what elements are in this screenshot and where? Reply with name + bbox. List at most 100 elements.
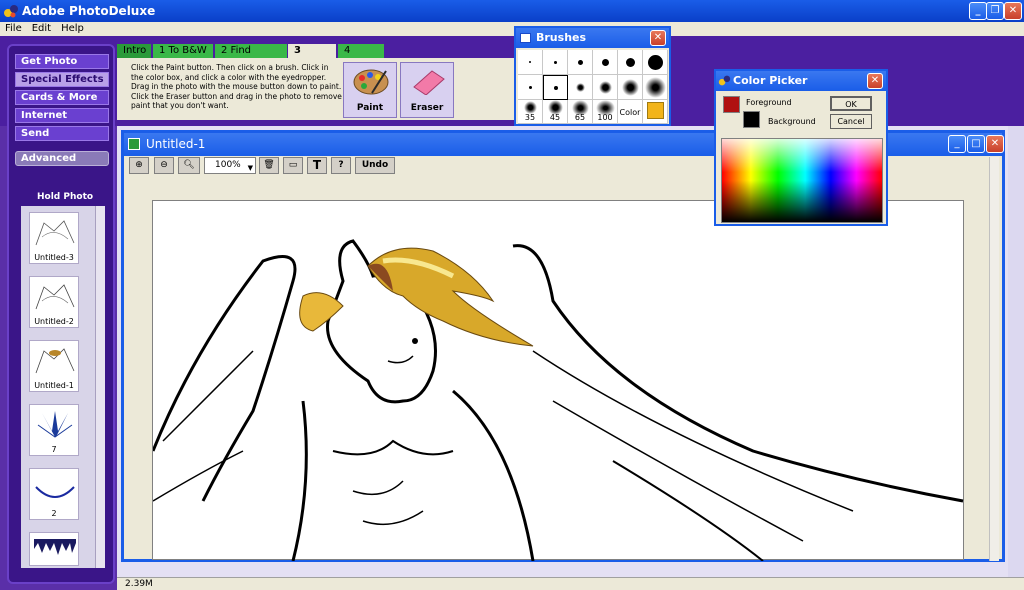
brush-soft-5[interactable]	[618, 75, 643, 100]
nav-internet[interactable]: Internet	[15, 108, 109, 123]
brush-size-5[interactable]	[618, 50, 643, 75]
brush-soft-3[interactable]	[568, 75, 593, 100]
doc-close-button[interactable]: ✕	[986, 135, 1004, 153]
menu-help[interactable]: Help	[56, 22, 89, 34]
workspace-right-strip	[1008, 126, 1024, 578]
brush-size-4[interactable]	[593, 50, 618, 75]
color-picker-close-button[interactable]: ✕	[867, 73, 883, 89]
foreground-label: Foreground	[746, 98, 792, 107]
tab-find-edges[interactable]: 2 Find Edges	[215, 44, 287, 70]
foreground-swatch[interactable]	[723, 96, 740, 113]
title-bar: Adobe PhotoDeluxe _ ❐ ✕	[0, 0, 1024, 22]
thumbnail-untitled-1[interactable]: Untitled-1	[29, 340, 79, 392]
brush-65[interactable]: 65	[568, 100, 593, 124]
brush-size-6[interactable]	[643, 50, 668, 75]
color-spectrum[interactable]	[721, 138, 883, 223]
brush-soft-6[interactable]	[643, 75, 668, 100]
brush-size-2[interactable]	[543, 50, 568, 75]
brushes-title: Brushes	[536, 31, 587, 44]
document-title: Untitled-1	[146, 137, 206, 151]
nav-get-photo[interactable]: Get Photo	[15, 54, 109, 69]
left-nav-panel: Get Photo Special Effects Cards & More I…	[7, 44, 115, 584]
nav-send[interactable]: Send	[15, 126, 109, 141]
thumbnail-2[interactable]: 2	[29, 468, 79, 520]
thumbnail-icicles[interactable]	[29, 532, 79, 566]
instructions-panel: Click the Paint button. Then click on a …	[117, 58, 515, 120]
tab-color[interactable]: 3 Color	[288, 44, 336, 70]
menu-file[interactable]: File	[0, 22, 27, 34]
brushes-palette: Brushes ✕ 35 45 65 100 Color	[514, 26, 671, 126]
brush-size-3[interactable]	[568, 50, 593, 75]
doc-minimize-button[interactable]: _	[948, 135, 966, 153]
sketch-thumbnail-icon	[35, 220, 75, 246]
spiky-brush-thumbnail-icon	[37, 411, 73, 438]
brush-label: 100	[597, 113, 613, 122]
thumbnail-label: Untitled-1	[34, 381, 74, 390]
image-canvas[interactable]	[151, 200, 964, 562]
background-swatch[interactable]	[743, 111, 760, 128]
eraser-button[interactable]: Eraser	[400, 62, 454, 118]
thumbnail-label: Untitled-2	[34, 317, 74, 326]
document-vertical-scrollbar[interactable]	[989, 157, 999, 561]
nav-cards-more[interactable]: Cards & More	[15, 90, 109, 105]
curve-thumbnail-icon	[35, 486, 75, 498]
cancel-button[interactable]: Cancel	[830, 114, 872, 129]
document-icon	[128, 138, 140, 150]
close-button[interactable]: ✕	[1004, 2, 1022, 20]
brushes-close-button[interactable]: ✕	[650, 30, 666, 46]
brushes-title-bar: Brushes ✕	[516, 28, 669, 48]
text-tool-button[interactable]: T	[307, 157, 327, 174]
nav-special-effects[interactable]: Special Effects	[15, 72, 109, 87]
brush-label: 35	[524, 113, 536, 122]
sketch-thumbnail-icon	[35, 284, 75, 310]
help-button[interactable]: ?	[331, 157, 351, 174]
brush-size-1[interactable]	[518, 50, 543, 75]
pegasus-drawing	[151, 239, 964, 562]
zoom-out-button[interactable]: ⊖	[154, 157, 174, 174]
eraser-label: Eraser	[410, 103, 444, 113]
frame-button[interactable]: ▭	[283, 157, 303, 174]
ok-button[interactable]: OK	[830, 96, 872, 111]
brush-45[interactable]: 45	[543, 100, 568, 124]
minimize-button[interactable]: _	[969, 2, 987, 20]
color-picker-title-bar: Color Picker ✕	[716, 71, 886, 91]
tab-to-bw[interactable]: 1 To B&W	[153, 44, 213, 58]
thumbnail-untitled-3[interactable]: Untitled-3	[29, 212, 79, 264]
magnifier-icon: 🔍︎	[183, 160, 195, 170]
trash-button[interactable]: 🗑︎	[259, 157, 279, 174]
tab-intro[interactable]: Intro	[117, 44, 151, 58]
doc-maximize-button[interactable]: □	[967, 135, 985, 153]
thumbnail-label: 7	[51, 445, 57, 454]
brush-35[interactable]: 35	[518, 100, 543, 124]
paint-button[interactable]: Paint	[343, 62, 397, 118]
color-picker-dialog: Color Picker ✕ Foreground Background OK …	[714, 69, 888, 226]
advanced-button[interactable]: Advanced	[15, 151, 109, 166]
menu-edit[interactable]: Edit	[27, 22, 56, 34]
paint-color-swatch[interactable]	[647, 102, 664, 119]
background-label: Background	[768, 117, 816, 126]
window-title: Adobe PhotoDeluxe	[22, 4, 156, 18]
zoom-select[interactable]: 100% ▼	[204, 157, 256, 174]
zoom-magnifier-button[interactable]: 🔍︎	[178, 157, 200, 174]
undo-button[interactable]: Undo	[355, 157, 395, 174]
trash-icon: 🗑︎	[263, 160, 275, 170]
tab-done[interactable]: 4 Done	[338, 44, 384, 70]
color-label-cell: Color	[618, 100, 643, 124]
thumbnail-untitled-2[interactable]: Untitled-2	[29, 276, 79, 328]
memory-status: 2.39M	[125, 579, 153, 589]
thumbnail-7[interactable]: 7	[29, 404, 79, 456]
brush-soft-2-selected[interactable]	[543, 75, 568, 100]
restore-button[interactable]: ❐	[986, 2, 1004, 20]
hold-photo-scrollbar[interactable]	[95, 206, 105, 568]
brush-soft-1[interactable]	[518, 75, 543, 100]
brush-soft-4[interactable]	[593, 75, 618, 100]
color-swatch-cell[interactable]	[643, 100, 668, 124]
hold-photo-label: Hold Photo	[37, 192, 94, 202]
photodeluxe-logo-icon	[4, 5, 18, 18]
brush-100[interactable]: 100	[593, 100, 618, 124]
icicle-thumbnail-icon	[34, 539, 76, 555]
zoom-in-circle-button[interactable]: ⊕	[129, 157, 149, 174]
chevron-down-icon: ▼	[247, 164, 253, 172]
color-label: Color	[619, 108, 641, 117]
sketch-thumbnail-icon	[35, 348, 75, 374]
